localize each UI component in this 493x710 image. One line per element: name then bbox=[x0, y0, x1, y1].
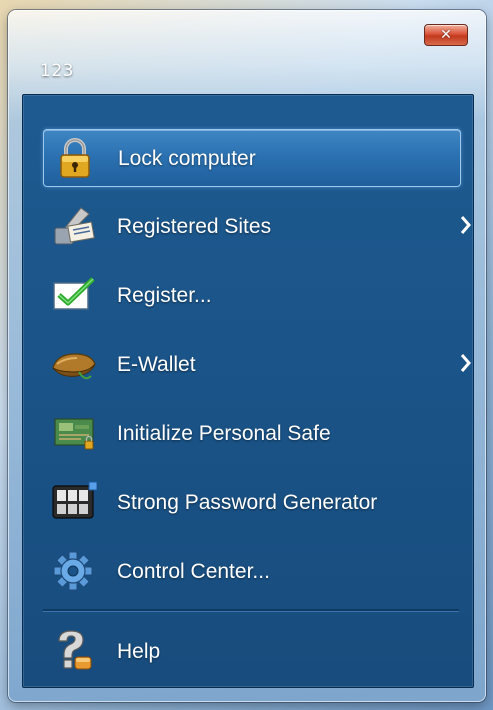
menu-item-label: Register... bbox=[117, 284, 212, 307]
chevron-right-icon bbox=[460, 354, 471, 372]
help-icon bbox=[58, 630, 92, 670]
user-name-label: 123 bbox=[40, 61, 74, 81]
menu-item-label: Strong Password Generator bbox=[117, 491, 378, 514]
menu-item-label: Control Center... bbox=[117, 560, 270, 583]
title-bar: ✕ 123 bbox=[8, 10, 486, 94]
menu-item-help[interactable]: Help bbox=[43, 623, 459, 679]
menu-item-label: Registered Sites bbox=[117, 215, 272, 238]
menu-item-e-wallet[interactable]: E-Wallet bbox=[43, 336, 471, 392]
menu-item-initialize-personal-safe[interactable]: Initialize Personal Safe bbox=[43, 405, 459, 461]
padlock-icon bbox=[60, 138, 90, 178]
menu-item-register[interactable]: Register... bbox=[43, 267, 459, 323]
menu-item-control-center[interactable]: Control Center... bbox=[43, 543, 459, 599]
menu-panel: Lock computer Registered Sites Register.… bbox=[22, 94, 474, 688]
password-generator-icon bbox=[52, 481, 97, 519]
chevron-right-icon bbox=[460, 216, 471, 234]
menu-item-label: Help bbox=[117, 640, 161, 663]
menu-separator bbox=[43, 609, 459, 612]
menu-item-registered-sites[interactable]: Registered Sites bbox=[43, 198, 471, 254]
menu-item-label: Initialize Personal Safe bbox=[117, 422, 331, 445]
personal-safe-icon bbox=[54, 418, 94, 450]
gear-icon bbox=[53, 551, 93, 591]
registered-sites-icon bbox=[54, 207, 95, 245]
menu-item-strong-password-generator[interactable]: Strong Password Generator bbox=[43, 474, 459, 530]
close-button[interactable]: ✕ bbox=[424, 24, 468, 46]
close-icon: ✕ bbox=[440, 27, 452, 43]
password-manager-popup: ✕ 123 Lock computer Registered Sites Reg… bbox=[8, 10, 486, 702]
menu-item-label: Lock computer bbox=[118, 147, 256, 170]
wallet-icon bbox=[52, 353, 96, 380]
menu-item-lock-computer[interactable]: Lock computer bbox=[43, 129, 461, 187]
menu-item-label: E-Wallet bbox=[117, 353, 196, 376]
checkmark-icon bbox=[53, 277, 95, 310]
